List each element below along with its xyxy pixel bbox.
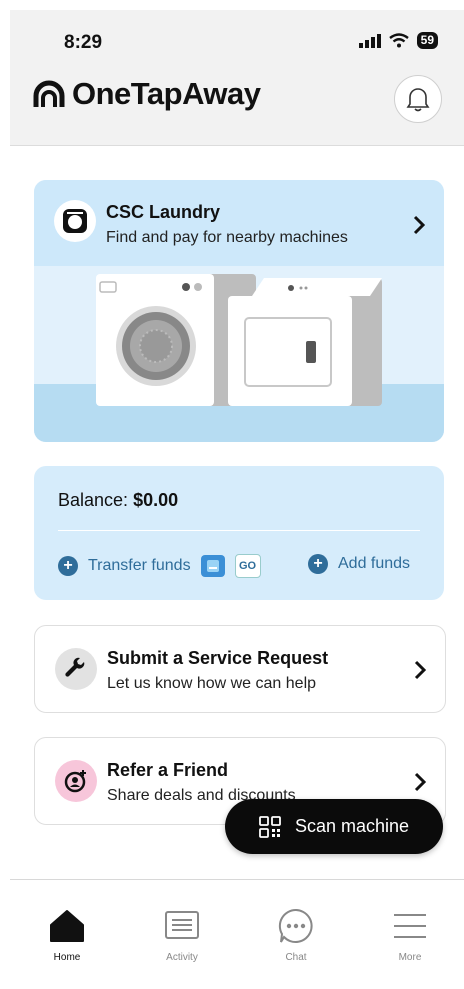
tab-activity-label: Activity	[166, 952, 198, 963]
brand-name: OneTapAway	[72, 76, 261, 111]
tab-chat-label: Chat	[285, 952, 307, 963]
laundry-illustration	[34, 266, 444, 442]
laundry-logo	[54, 200, 96, 242]
app-header: 8:29 59 OneTapAway	[10, 10, 464, 146]
balance-card: Balance: $0.00 + Transfer funds GO + Add…	[34, 466, 444, 600]
signal-icon	[358, 33, 381, 48]
service-request-card[interactable]: Submit a Service Request Let us know how…	[34, 625, 446, 713]
balance-divider	[58, 530, 420, 531]
balance-row: Balance: $0.00	[58, 490, 178, 511]
add-friend-icon	[64, 770, 86, 793]
notifications-button[interactable]	[394, 75, 442, 123]
transfer-funds-label: Transfer funds	[88, 557, 191, 574]
menu-icon	[394, 914, 426, 938]
activity-icon	[165, 911, 199, 939]
tab-more-label: More	[398, 952, 422, 963]
plus-circle-icon: +	[58, 556, 78, 576]
service-icon-circle	[55, 648, 97, 690]
tab-more[interactable]: More	[365, 880, 455, 980]
service-subtitle: Let us know how we can help	[107, 675, 317, 692]
chevron-right-icon	[414, 772, 427, 792]
add-funds-label: Add funds	[338, 555, 411, 572]
scan-machine-label: Scan machine	[294, 816, 410, 836]
wifi-icon	[388, 33, 409, 48]
laundry-card[interactable]: CSC Laundry Find and pay for nearby mach…	[34, 180, 444, 442]
bell-icon	[406, 88, 430, 112]
tab-home-label: Home	[53, 952, 81, 963]
service-title: Submit a Service Request	[107, 648, 329, 668]
go-badge: GO	[234, 554, 261, 578]
qr-code-icon	[259, 815, 281, 838]
logo-arc-icon	[33, 80, 65, 107]
brand-logo: OneTapAway	[32, 76, 261, 112]
status-icons: 59	[358, 32, 438, 49]
tab-activity[interactable]: Activity	[137, 880, 227, 980]
refer-icon-circle	[55, 760, 97, 802]
home-icon	[50, 910, 84, 942]
balance-amount: $0.00	[133, 490, 179, 510]
chevron-right-icon	[413, 215, 426, 235]
washer-dryer-illustration	[96, 274, 382, 406]
transfer-funds-button[interactable]: + Transfer funds GO	[58, 554, 261, 578]
plus-circle-icon: +	[308, 554, 328, 574]
refer-title: Refer a Friend	[107, 760, 229, 780]
washer-logo-icon	[63, 209, 87, 233]
tab-chat[interactable]: Chat	[251, 880, 341, 980]
add-funds-button[interactable]: + Add funds	[308, 554, 410, 574]
wrench-icon	[65, 657, 85, 677]
laundry-subtitle: Find and pay for nearby machines	[106, 229, 348, 246]
bottom-tab-bar: Home Activity Chat More	[10, 879, 464, 989]
tab-home[interactable]: Home	[22, 880, 112, 980]
chat-icon	[278, 908, 313, 943]
balance-label: Balance:	[58, 490, 129, 510]
scan-machine-button[interactable]: Scan machine	[225, 799, 443, 854]
chevron-right-icon	[414, 660, 427, 680]
status-time: 8:29	[64, 32, 103, 53]
campus-card-icon	[200, 555, 225, 577]
battery-icon: 59	[416, 32, 438, 49]
laundry-title: CSC Laundry	[106, 202, 221, 222]
